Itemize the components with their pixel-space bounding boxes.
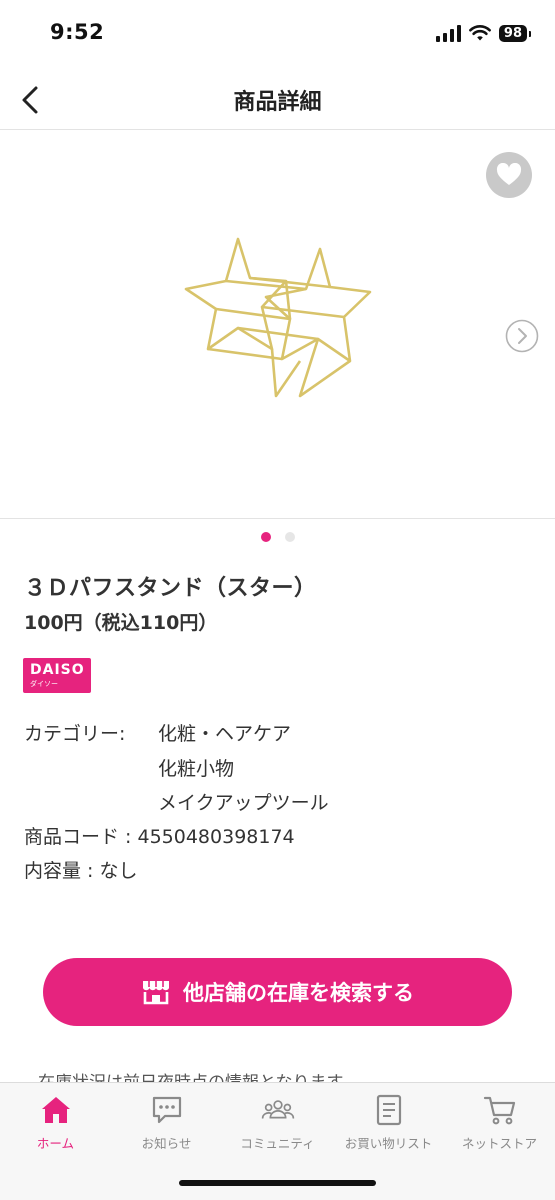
favorite-button[interactable]	[486, 152, 532, 198]
content-amount-value: なし	[99, 860, 138, 882]
cart-icon	[483, 1096, 515, 1125]
next-image-button[interactable]	[505, 319, 539, 353]
category-row: 化粧小物	[0, 754, 555, 780]
status-bar: 9:52 98	[0, 0, 555, 70]
nav-header: 商品詳細	[0, 70, 555, 130]
category-row: カテゴリー: 化粧・ヘアケア	[0, 719, 555, 745]
pagination-dot[interactable]	[284, 532, 295, 542]
pagination-dot-active[interactable]	[260, 532, 271, 542]
product-price: 100円（税込110円）	[24, 612, 218, 634]
tab-label: お買い物リスト	[344, 1136, 433, 1151]
page-title: 商品詳細	[233, 90, 322, 115]
tab-notifications[interactable]: お知らせ	[111, 1093, 222, 1153]
content-amount-row: 内容量 : なし	[24, 856, 138, 883]
wifi-icon	[469, 24, 491, 40]
category-value: 化粧・ヘアケア	[158, 723, 292, 745]
tab-community[interactable]: コミュニティ	[222, 1093, 333, 1153]
chat-icon	[152, 1096, 181, 1124]
tab-net-store[interactable]: ネットストア	[444, 1093, 555, 1153]
tab-home[interactable]: ホーム	[0, 1093, 111, 1153]
product-code-label: 商品コード :	[24, 826, 138, 848]
tab-label: お知らせ	[141, 1136, 192, 1151]
content-amount-label: 内容量 :	[24, 860, 100, 882]
brand-logo-text: DAISO	[30, 662, 85, 678]
tab-label: ネットストア	[461, 1136, 537, 1151]
category-row: メイクアップツール	[0, 788, 555, 814]
status-icons: 98	[435, 24, 532, 42]
heart-icon	[496, 163, 522, 185]
carousel-pagination	[0, 532, 555, 542]
product-code-value: 4550480398174	[137, 826, 295, 848]
product-image-carousel[interactable]	[0, 131, 555, 519]
brand-logo-subtext: ダイソー	[30, 680, 58, 688]
category-value: メイクアップツール	[158, 792, 329, 814]
tab-label: ホーム	[36, 1136, 75, 1151]
product-code-row: 商品コード : 4550480398174	[24, 822, 295, 849]
signal-icon	[435, 24, 461, 42]
battery-indicator: 98	[498, 24, 532, 42]
list-icon	[376, 1094, 401, 1126]
home-indicator	[179, 1180, 376, 1186]
category-value: 化粧小物	[158, 758, 235, 780]
home-icon	[41, 1097, 70, 1123]
category-label: カテゴリー:	[24, 723, 126, 745]
product-image	[184, 237, 372, 398]
tab-label: コミュニティ	[240, 1136, 315, 1151]
community-icon	[261, 1100, 294, 1119]
search-other-store-stock-label: 他店舗の在庫を検索する	[183, 981, 414, 1005]
store-icon	[143, 981, 169, 1005]
status-time: 9:52	[50, 20, 105, 44]
tab-shopping-list[interactable]: お買い物リスト	[333, 1093, 444, 1153]
daiso-logo: DAISO ダイソー	[23, 658, 91, 693]
search-other-store-stock-button[interactable]: 他店舗の在庫を検索する	[43, 958, 512, 1026]
product-name: ３Ｄパフスタンド（スター）	[24, 576, 317, 601]
